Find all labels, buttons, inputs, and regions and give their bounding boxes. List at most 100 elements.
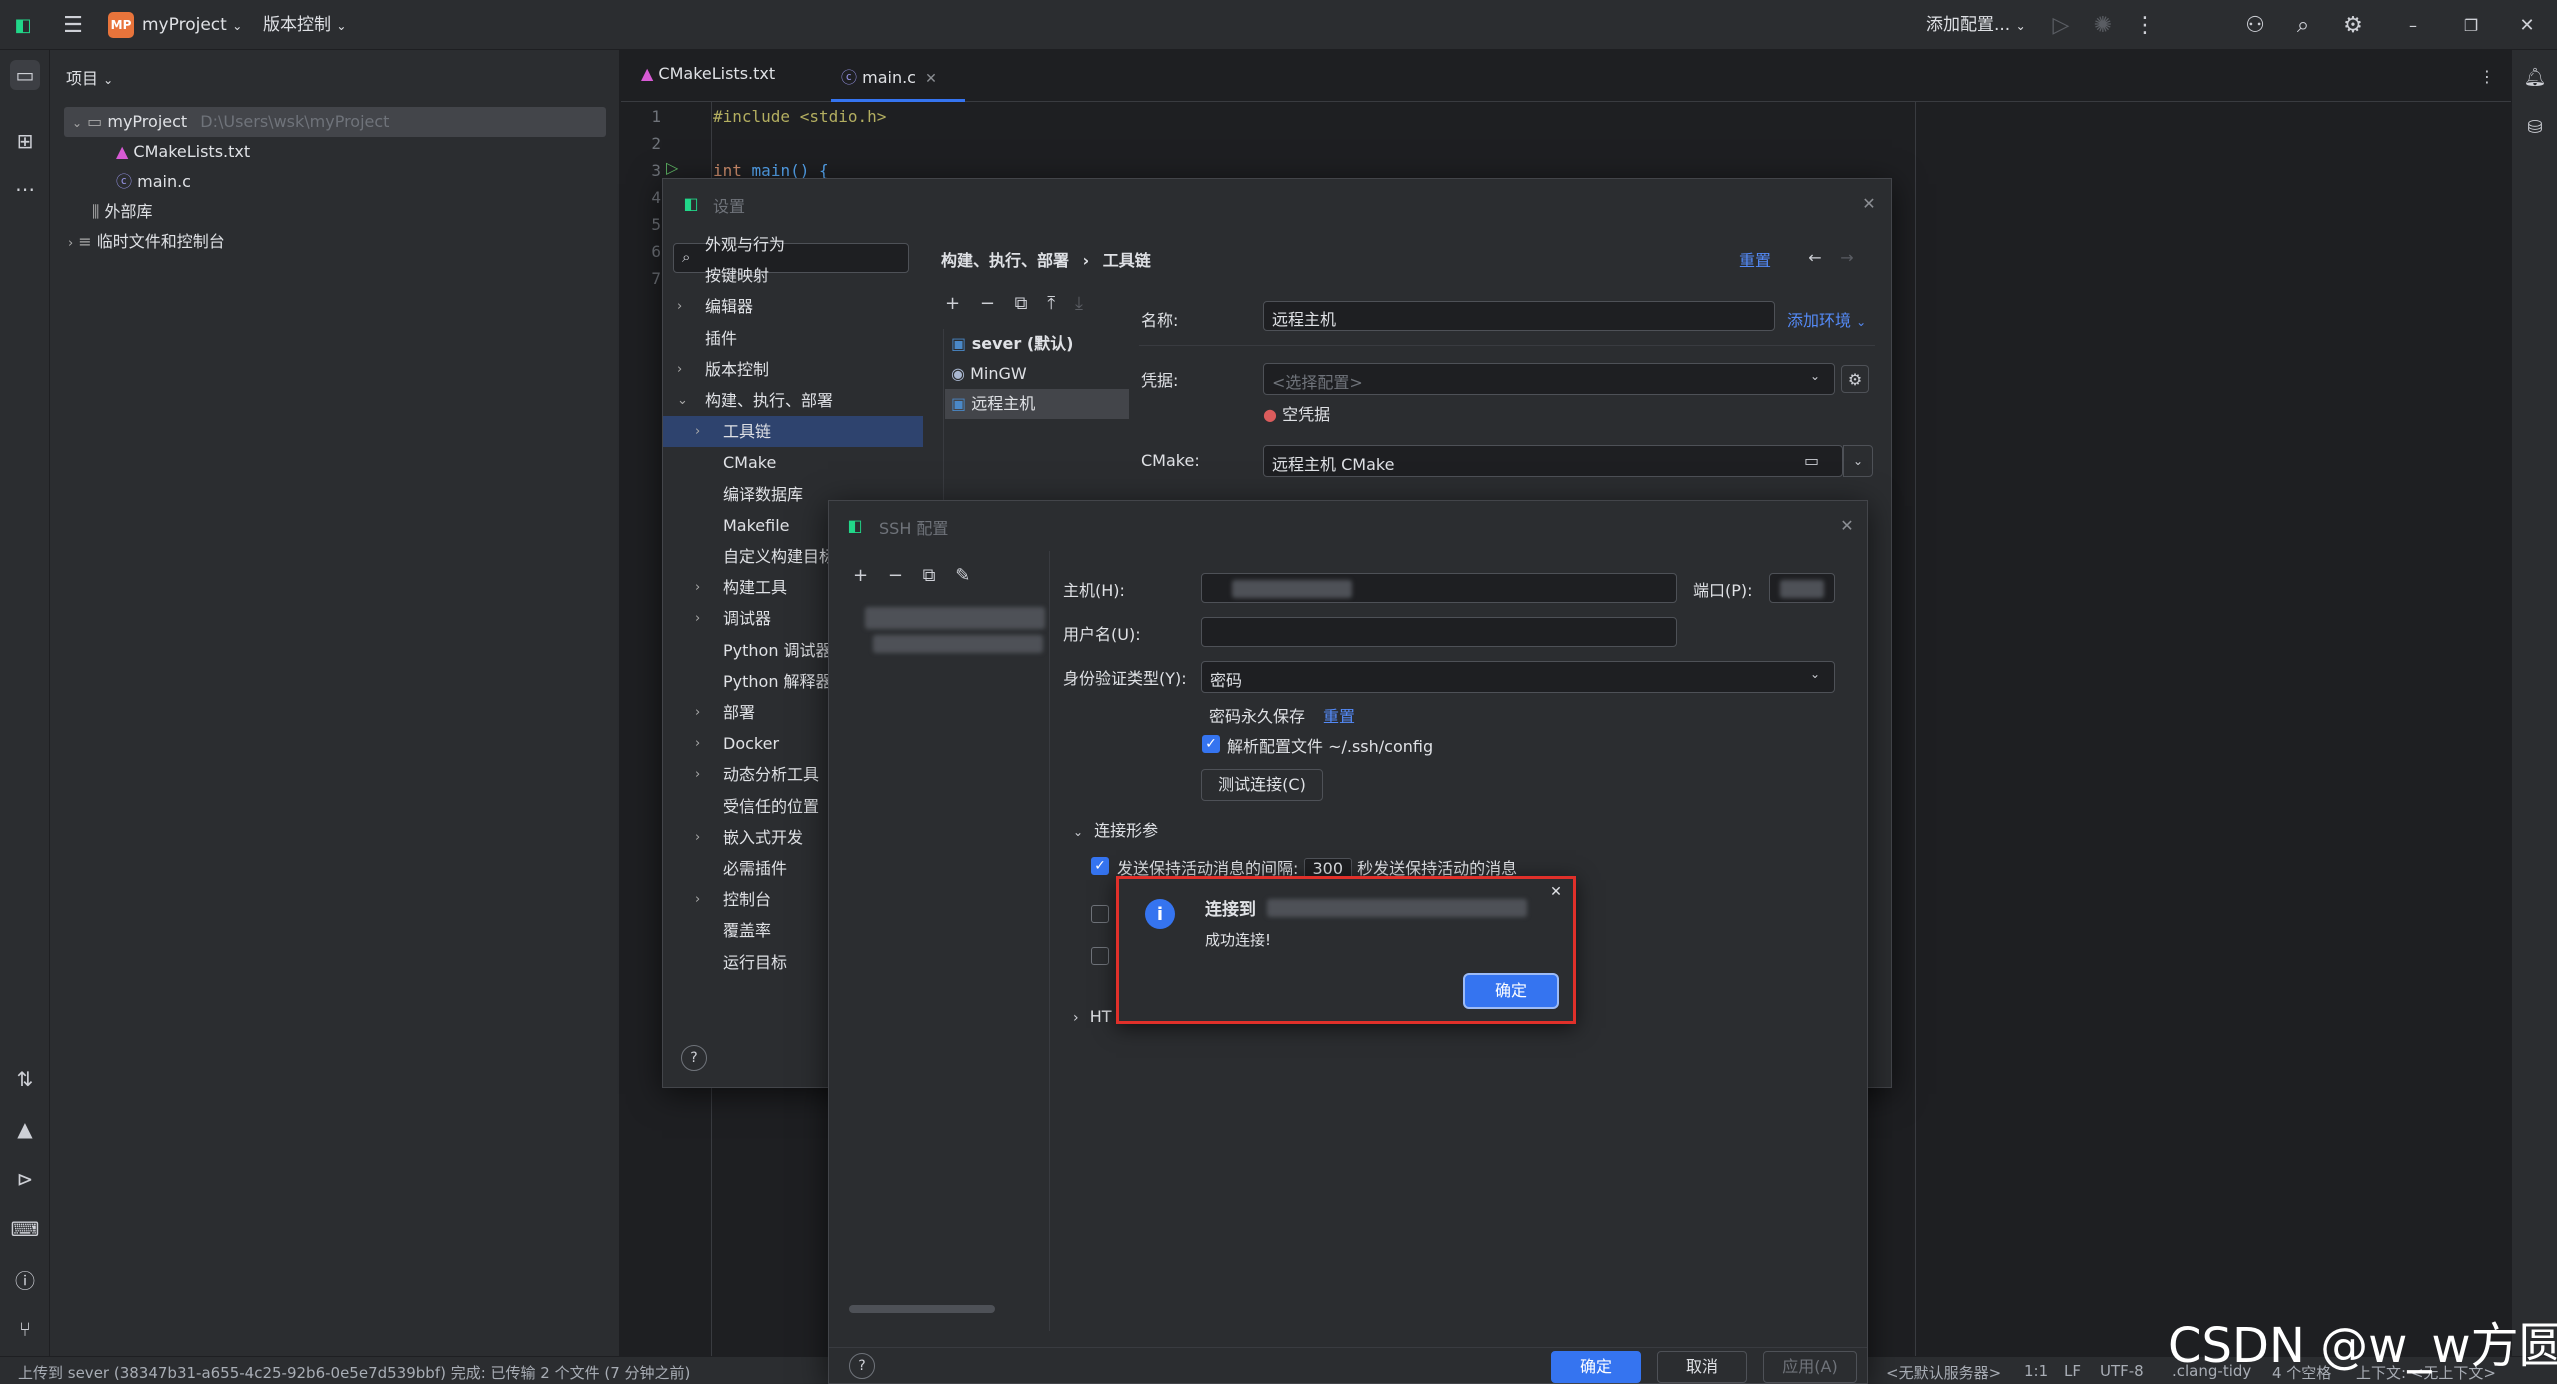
forward-arrow-icon[interactable]: → (1835, 245, 1859, 269)
more-tools-icon[interactable]: ⋯ (10, 174, 40, 204)
tree-external-libs[interactable]: ⫼ 外部库 (92, 197, 152, 227)
add-icon[interactable]: + (853, 565, 868, 586)
notifications-icon[interactable]: 🔔︎ (2520, 62, 2550, 92)
settings-nav-label: 编辑器 (705, 297, 754, 317)
toolchain-item[interactable]: ◉ MinGW (945, 359, 1129, 389)
port-field[interactable] (1769, 573, 1835, 603)
apply-button[interactable]: 应用(A) (1763, 1351, 1857, 1383)
move-up-icon[interactable]: ⤒ (1047, 293, 1055, 314)
terminal-icon[interactable]: ⌨ (10, 1214, 40, 1244)
ok-button[interactable]: 确定 (1551, 1351, 1641, 1383)
add-user-icon[interactable]: ⚇ (2240, 10, 2270, 40)
toolchain-item-selected[interactable]: ▣ 远程主机 (945, 389, 1129, 419)
test-connection-button[interactable]: 测试连接(C) (1201, 769, 1323, 801)
auth-type-select[interactable]: 密码 ⌄ (1201, 661, 1835, 693)
settings-nav-item[interactable]: › 版本控制 (663, 354, 923, 385)
settings-nav-item[interactable]: 插件 (663, 323, 923, 354)
more-icon[interactable]: ⋮ (2130, 10, 2160, 40)
status-server[interactable]: <无默认服务器> (1886, 1362, 2001, 1383)
services-icon[interactable]: ⊳ (10, 1164, 40, 1194)
back-arrow-icon[interactable]: ← (1803, 245, 1827, 269)
tab-cmakelists[interactable]: ▲ CMakeLists.txt (641, 64, 775, 83)
remove-icon[interactable]: − (980, 293, 995, 314)
popup-ok-button[interactable]: 确定 (1465, 975, 1557, 1007)
toolchain-item[interactable]: ▣ sever (默认) (945, 329, 1129, 359)
tab-main-c[interactable]: ⓒ main.c ✕ (831, 50, 965, 102)
ssh-config-item-redacted[interactable] (865, 607, 1045, 629)
settings-nav-item[interactable]: › 编辑器 (663, 291, 923, 322)
add-config-button[interactable]: 添加配置... ⌄ (1926, 10, 2026, 40)
settings-nav-item[interactable]: 外观与行为 (663, 229, 923, 260)
ssh-list-toolbar: + − ⧉ ✎ (853, 565, 970, 586)
run-icon[interactable]: ▷ (2046, 10, 2076, 40)
option-checkbox[interactable] (1091, 905, 1109, 923)
close-icon[interactable]: ✕ (1835, 513, 1859, 537)
cmake-field[interactable]: 远程主机 CMake ▭ (1263, 445, 1843, 477)
settings-nav-item[interactable]: 按键映射 (663, 260, 923, 291)
cancel-button[interactable]: 取消 (1657, 1351, 1747, 1383)
settings-nav-item[interactable]: CMake (663, 447, 923, 478)
close-window-icon[interactable]: ✕ (2512, 10, 2542, 40)
tree-root[interactable]: ⌄ ▭ myProject D:\Users\wsk\myProject (64, 107, 606, 137)
save-password-label[interactable]: 密码永久保存 (1209, 703, 1305, 727)
project-panel-header[interactable]: 项目 ⌄ (66, 65, 113, 89)
project-folder-icon[interactable]: ▭ (10, 60, 40, 90)
cmake-icon[interactable]: ▲ (10, 1114, 40, 1144)
project-switcher[interactable]: myProject ⌄ (142, 10, 242, 40)
tree-file-cmakelists[interactable]: ▲ CMakeLists.txt (116, 137, 250, 167)
run-gutter-icon[interactable]: ▷ (666, 158, 678, 177)
folder-icon[interactable]: ▭ (1804, 451, 1819, 470)
reset-link[interactable]: 重置 (1739, 247, 1771, 271)
host-field[interactable] (1201, 573, 1677, 603)
search-icon[interactable]: ⌕ (2288, 10, 2318, 40)
horizontal-scrollbar[interactable] (849, 1305, 995, 1313)
username-field[interactable] (1201, 617, 1677, 647)
breadcrumb-item[interactable]: 构建、执行、部署 (941, 251, 1069, 270)
structure-icon[interactable]: ⊞ (10, 126, 40, 156)
tree-file-main-c[interactable]: ⓒ main.c (116, 167, 191, 197)
git-icon[interactable]: ⑂ (10, 1314, 40, 1344)
keepalive-checkbox[interactable]: ✓ (1091, 857, 1109, 875)
help-icon[interactable]: ? (681, 1045, 707, 1071)
copy-icon[interactable]: ⧉ (923, 565, 936, 586)
reset-password-link[interactable]: 重置 (1323, 703, 1355, 727)
move-down-icon[interactable]: ⤓ (1075, 293, 1083, 314)
name-field[interactable]: 远程主机 (1263, 301, 1775, 331)
option-checkbox[interactable] (1091, 947, 1109, 965)
close-icon[interactable]: ✕ (1545, 881, 1567, 903)
edit-icon[interactable]: ✎ (955, 565, 970, 586)
settings-gear-icon[interactable]: ⚙ (2338, 10, 2368, 40)
chevron-down-icon[interactable]: ⌄ (1843, 445, 1873, 477)
settings-nav-item[interactable]: › 工具链 (663, 416, 923, 448)
credentials-settings-icon[interactable]: ⚙ (1841, 365, 1869, 393)
problems-icon[interactable]: ⓘ (10, 1264, 40, 1294)
help-icon[interactable]: ? (849, 1353, 875, 1379)
http-section[interactable]: › HT (1073, 1007, 1112, 1026)
vcs-commit-icon[interactable]: ⇅ (10, 1064, 40, 1094)
conn-params-section[interactable]: ⌄ 连接形参 (1073, 817, 1158, 841)
parse-config-checkbox[interactable]: ✓ (1202, 735, 1220, 753)
database-icon[interactable]: ⛁ (2520, 112, 2550, 142)
copy-icon[interactable]: ⧉ (1015, 293, 1028, 314)
status-message[interactable]: 上传到 sever (38347b31-a655-4c25-92b6-0e5e7… (18, 1362, 690, 1383)
info-icon: i (1145, 899, 1175, 929)
status-line-separator[interactable]: LF (2064, 1362, 2081, 1380)
status-encoding[interactable]: UTF-8 (2100, 1362, 2144, 1380)
restore-icon[interactable]: ❐ (2456, 10, 2486, 40)
vcs-menu[interactable]: 版本控制 ⌄ (263, 10, 346, 40)
add-icon[interactable]: + (945, 293, 960, 314)
tree-scratches[interactable]: › ≡ 临时文件和控制台 (68, 227, 225, 257)
ssh-config-item-redacted[interactable] (873, 635, 1043, 653)
credentials-label: 凭据: (1141, 371, 1179, 390)
close-icon[interactable]: ✕ (1857, 191, 1881, 215)
remove-icon[interactable]: − (888, 565, 903, 586)
main-menu-icon[interactable]: ☰ (58, 10, 88, 40)
add-env-link[interactable]: 添加环境 ⌄ (1787, 307, 1866, 331)
tabs-more-icon[interactable]: ⋮ (2473, 62, 2501, 90)
credentials-select[interactable]: <选择配置> ⌄ (1263, 363, 1835, 395)
debug-icon[interactable]: ✺ (2088, 10, 2118, 40)
minimize-icon[interactable]: – (2398, 10, 2428, 40)
status-position[interactable]: 1:1 (2024, 1362, 2048, 1380)
settings-nav-item[interactable]: ⌄ 构建、执行、部署 (663, 385, 923, 416)
close-tab-icon[interactable]: ✕ (925, 71, 937, 87)
